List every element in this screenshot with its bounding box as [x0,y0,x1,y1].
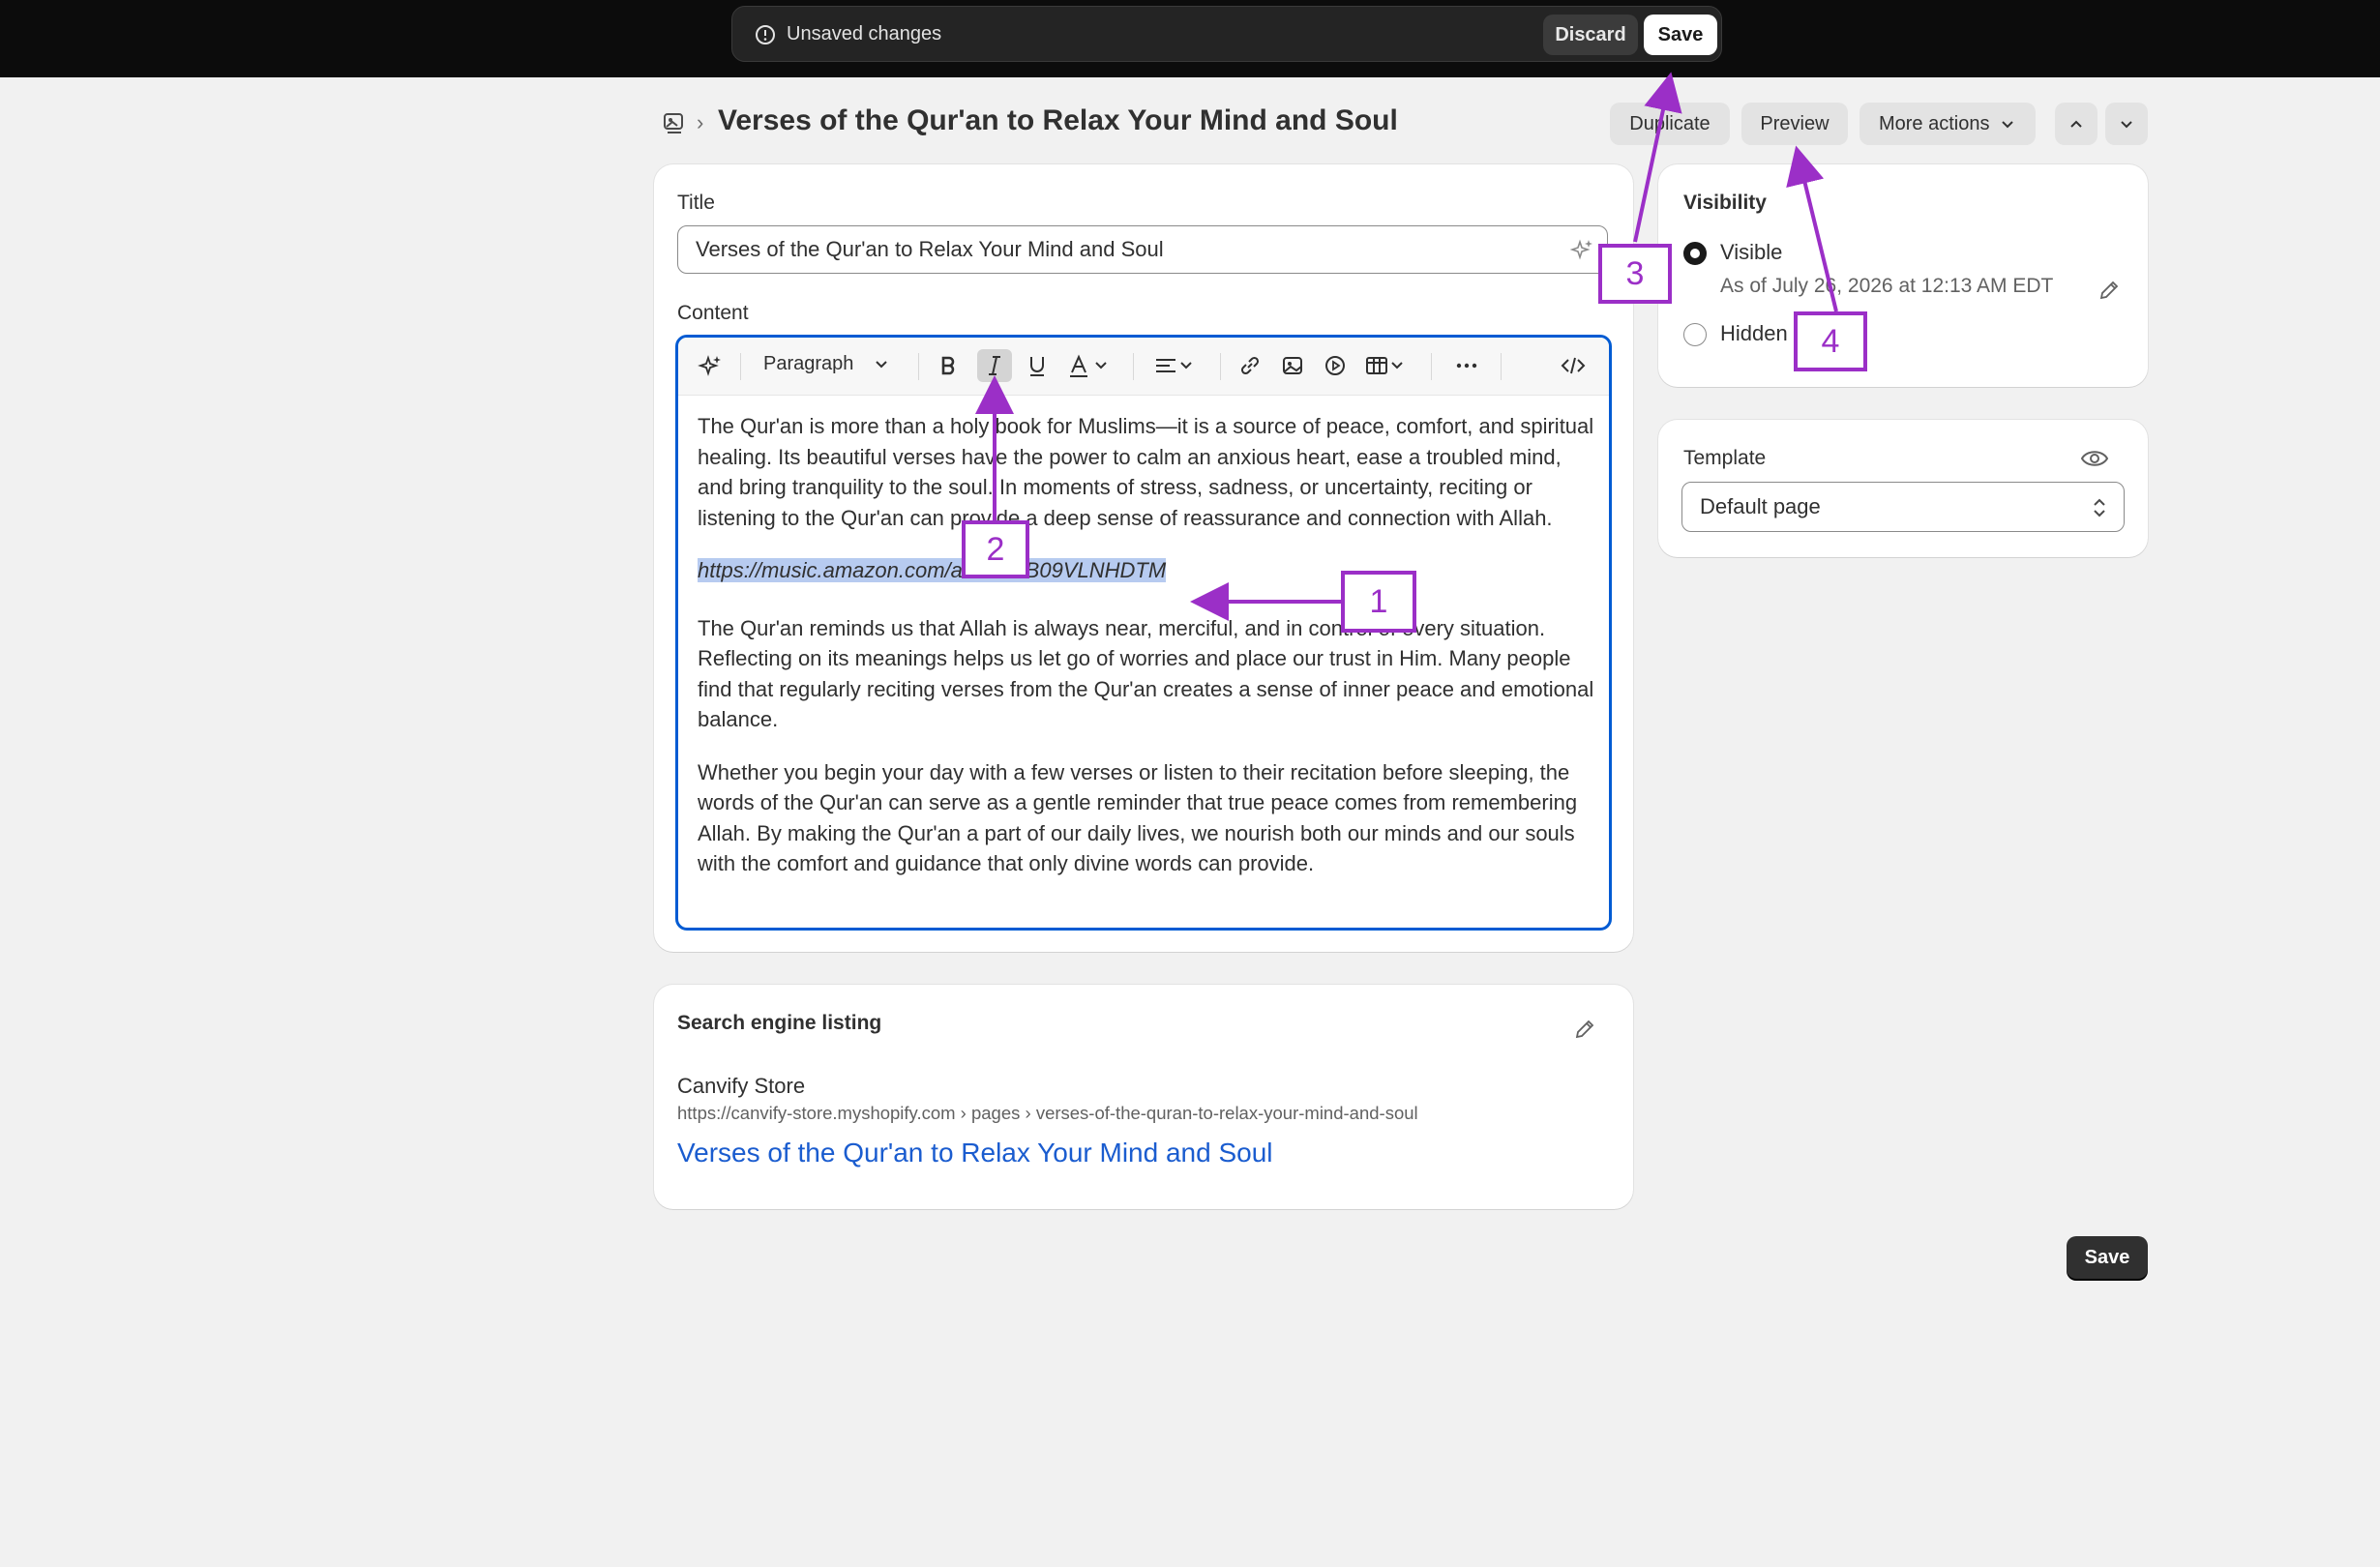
toolbar-separator [1501,353,1502,380]
annotation-label-3: 3 [1598,244,1672,304]
editor-toolbar: Paragraph [678,338,1609,396]
content-label: Content [677,302,749,324]
content-paragraph: The Qur'an reminds us that Allah is alwa… [698,615,1594,732]
more-actions-button[interactable]: More actions [1859,103,2036,145]
text-color-icon[interactable] [1065,351,1116,380]
pencil-edit-icon[interactable] [1573,1018,1596,1041]
discard-button[interactable]: Discard [1543,15,1638,55]
selected-link-text[interactable]: https://music.amazon.com/albums/B09VLNHD… [698,558,1167,582]
previous-page-button[interactable] [2055,103,2097,145]
visible-radio[interactable] [1683,242,1707,265]
seo-url: https://canvify-store.myshopify.com › pa… [677,1103,1418,1123]
template-heading: Template [1683,447,1767,469]
link-icon[interactable] [1235,351,1264,380]
bold-icon[interactable] [934,351,963,380]
visible-label[interactable]: Visible [1720,240,1782,265]
content-paragraph: Whether you begin your day with a few ve… [698,759,1578,876]
paragraph-format-dropdown[interactable]: Paragraph [763,353,890,375]
next-page-button[interactable] [2105,103,2148,145]
breadcrumb-chevron-icon: › [697,110,704,134]
annotation-label-2: 2 [962,520,1029,578]
table-icon[interactable] [1363,351,1413,380]
annotation-label-1: 1 [1341,571,1416,633]
hidden-radio[interactable] [1683,323,1707,346]
save-button-bottom[interactable]: Save [2067,1236,2148,1279]
seo-link-title: Verses of the Qur'an to Relax Your Mind … [677,1138,1273,1168]
duplicate-button[interactable]: Duplicate [1610,103,1730,145]
title-input-value: Verses of the Qur'an to Relax Your Mind … [696,237,1164,261]
toolbar-separator [918,353,919,380]
more-actions-label: More actions [1878,113,1990,134]
page-content-card: Title Verses of the Qur'an to Relax Your… [654,164,1633,952]
toolbar-separator [1133,353,1134,380]
chevron-down-icon [876,361,887,369]
underline-icon[interactable] [1023,351,1052,380]
pages-icon[interactable] [662,110,687,135]
hidden-label[interactable]: Hidden [1720,321,1788,346]
template-selected-value: Default page [1700,494,1821,518]
visibility-heading: Visibility [1683,192,1767,214]
toolbar-separator [740,353,741,380]
preview-button[interactable]: Preview [1741,103,1848,145]
rich-text-editor[interactable]: Paragraph The Qur'an is more than a holy… [675,335,1612,931]
eye-icon[interactable] [2080,447,2109,470]
editor-content[interactable]: The Qur'an is more than a holy book for … [698,411,1597,902]
content-paragraph: The Qur'an is more than a holy book for … [698,414,1594,530]
content-link-line: https://music.amazon.com/albums/B09VLNHD… [698,555,1597,586]
chevron-down-icon [2002,121,2013,129]
title-input[interactable]: Verses of the Qur'an to Relax Your Mind … [677,225,1608,274]
visible-date: As of July 26, 2026 at 12:13 AM EDT [1720,275,2054,297]
page-title: Verses of the Qur'an to Relax Your Mind … [718,104,1398,136]
seo-heading: Search engine listing [677,1012,882,1034]
more-options-icon[interactable] [1452,351,1481,380]
video-icon[interactable] [1321,351,1350,380]
visibility-card: Visibility Visible As of July 26, 2026 a… [1658,164,2148,387]
unsaved-message: Unsaved changes [787,23,942,44]
chevron-up-icon [2070,120,2082,128]
code-view-icon[interactable] [1559,351,1588,380]
alert-circle-icon [756,25,775,44]
pencil-edit-icon[interactable] [2097,279,2121,302]
align-icon[interactable] [1152,351,1203,380]
save-button-top[interactable]: Save [1644,15,1717,55]
template-card: Template Default page [1658,420,2148,557]
title-label: Title [677,192,715,214]
paragraph-format-label: Paragraph [763,353,854,374]
annotation-label-4: 4 [1794,311,1867,371]
chevron-down-icon [2121,121,2132,129]
image-icon[interactable] [1278,351,1307,380]
toolbar-separator [1220,353,1221,380]
select-arrows-icon [2094,498,2105,517]
italic-icon[interactable] [977,349,1012,382]
seo-store-name: Canvify Store [677,1074,806,1098]
search-engine-listing-card: Search engine listing Canvify Store http… [654,985,1633,1209]
magic-sparkle-icon[interactable] [696,351,725,380]
template-select[interactable]: Default page [1681,482,2125,532]
magic-sparkle-icon[interactable] [1570,238,1593,261]
unsaved-changes-banner: Unsaved changes Discard Save [731,6,1722,62]
toolbar-separator [1431,353,1432,380]
unsaved-bar: Unsaved changes Discard Save [0,0,2380,77]
